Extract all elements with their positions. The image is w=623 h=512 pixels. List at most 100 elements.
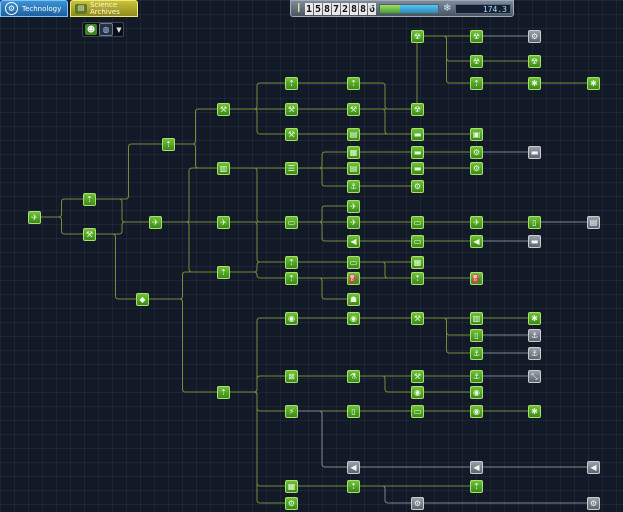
tech-node[interactable]: ▯ (528, 216, 541, 229)
tech-node[interactable]: ✈ (470, 216, 483, 229)
tech-node[interactable]: ▬ (411, 146, 424, 159)
tech-node[interactable]: ☢ (528, 55, 541, 68)
tech-node[interactable]: ☗ (347, 293, 360, 306)
tech-node[interactable]: ⇡ (217, 266, 230, 279)
tech-node[interactable]: ◀ (347, 461, 360, 474)
tech-node[interactable]: ⇡ (411, 272, 424, 285)
part-icon: ▭ (413, 236, 422, 246)
tech-node[interactable]: ⇡ (470, 77, 483, 90)
tech-node[interactable]: ⚙ (470, 162, 483, 175)
tech-node[interactable]: ◉ (470, 405, 483, 418)
part-icon: ⚙ (413, 181, 422, 191)
part-icon: ⚡ (288, 406, 295, 416)
tech-node[interactable]: ✈ (149, 216, 162, 229)
part-icon: ▬ (530, 147, 539, 157)
tech-node[interactable]: ⚒ (285, 103, 298, 116)
tech-node[interactable]: ⚙ (587, 497, 600, 510)
tech-node[interactable]: ▥ (217, 162, 230, 175)
part-icon: ⇡ (86, 194, 93, 204)
tech-node[interactable]: ⇡ (285, 256, 298, 269)
kerbal-filter-button[interactable]: ☻ (85, 24, 97, 35)
tech-node[interactable]: ✱ (528, 312, 541, 325)
tech-node[interactable]: ⊠ (285, 370, 298, 383)
tech-node[interactable]: ⚓ (470, 370, 483, 383)
tech-node[interactable]: ⚓ (528, 347, 541, 360)
tech-node[interactable]: ⚒ (411, 370, 424, 383)
tech-node[interactable]: ⚒ (411, 312, 424, 325)
tech-node[interactable]: ⚒ (285, 128, 298, 141)
tech-node[interactable]: ⚙ (528, 30, 541, 43)
filter-dropdown-button[interactable]: ▼ (115, 24, 123, 35)
tech-node[interactable]: ◀ (470, 235, 483, 248)
tech-node[interactable]: ⛽ (470, 272, 483, 285)
tech-node[interactable]: ⚓ (470, 347, 483, 360)
tech-node[interactable]: ▭ (411, 216, 424, 229)
tech-node[interactable]: ⚙ (470, 146, 483, 159)
tech-node[interactable]: ⚙ (285, 497, 298, 510)
tech-node[interactable]: ✱ (528, 405, 541, 418)
tech-link (291, 410, 353, 468)
tech-node[interactable]: ☢ (411, 103, 424, 116)
tech-node[interactable]: ⚙ (411, 180, 424, 193)
tech-node[interactable]: ⇡ (285, 77, 298, 90)
tech-node[interactable]: ⇡ (83, 193, 96, 206)
tech-node[interactable]: ✈ (217, 216, 230, 229)
tech-node[interactable]: ◉ (411, 386, 424, 399)
tech-node[interactable]: ⇡ (285, 272, 298, 285)
tech-node[interactable]: ☢ (470, 55, 483, 68)
tech-node[interactable]: ⚡ (285, 405, 298, 418)
tech-node[interactable]: ⚓ (347, 180, 360, 193)
part-icon: ⚙ (287, 498, 296, 508)
tech-node[interactable]: ▭ (285, 216, 298, 229)
tech-node[interactable]: ⚙ (411, 497, 424, 510)
tech-node[interactable]: ◉ (470, 386, 483, 399)
tech-node[interactable]: ✈ (347, 216, 360, 229)
tech-node[interactable]: ⇡ (470, 480, 483, 493)
tech-node[interactable]: ◉ (285, 312, 298, 325)
tech-node[interactable]: ◀ (347, 235, 360, 248)
tech-node[interactable]: ⇡ (347, 480, 360, 493)
tech-node[interactable]: ☰ (285, 162, 298, 175)
tech-node[interactable]: ▥ (470, 312, 483, 325)
tech-node[interactable]: ⇡ (217, 386, 230, 399)
tech-node[interactable]: ▤ (347, 128, 360, 141)
tech-node[interactable]: ✈ (28, 211, 41, 224)
tech-node[interactable]: ▦ (347, 146, 360, 159)
tech-node[interactable]: ▭ (411, 405, 424, 418)
tech-node[interactable]: ◉ (347, 312, 360, 325)
tab-science-archives[interactable]: ▤ Science Archives (70, 0, 138, 17)
tech-node[interactable]: ⛽ (347, 272, 360, 285)
tab-technology[interactable]: ⚙ Technology (0, 0, 68, 17)
tech-node[interactable]: ▤ (347, 162, 360, 175)
tech-node[interactable]: ⚒ (83, 228, 96, 241)
tech-node[interactable]: ▬ (411, 162, 424, 175)
tech-node[interactable]: ▤ (587, 216, 600, 229)
tech-node[interactable]: ⇡ (347, 77, 360, 90)
tech-node[interactable]: ▣ (470, 128, 483, 141)
tech-node[interactable]: ▬ (411, 128, 424, 141)
tech-node[interactable]: ⤡ (528, 370, 541, 383)
tech-node[interactable]: ✱ (587, 77, 600, 90)
tech-node[interactable]: ▦ (285, 480, 298, 493)
tech-node[interactable]: ⚗ (347, 370, 360, 383)
globe-filter-button[interactable]: ◍ (99, 23, 113, 36)
tech-node[interactable]: ▯ (347, 405, 360, 418)
tech-node[interactable]: ☢ (470, 30, 483, 43)
tech-node[interactable]: ▭ (411, 235, 424, 248)
tech-node[interactable]: ▭ (347, 256, 360, 269)
tech-node[interactable]: ✱ (528, 77, 541, 90)
tech-node[interactable]: ◆ (136, 293, 149, 306)
tech-node[interactable]: ◀ (587, 461, 600, 474)
tech-node[interactable]: ✈ (347, 200, 360, 213)
tech-node[interactable]: ☢ (411, 30, 424, 43)
tech-node[interactable]: ⚒ (217, 103, 230, 116)
tech-node[interactable]: ◀ (470, 461, 483, 474)
tech-node[interactable]: ▬ (528, 146, 541, 159)
tech-node[interactable]: ▬ (528, 235, 541, 248)
tech-node[interactable]: ▯ (470, 329, 483, 342)
tech-node[interactable]: ⚒ (347, 103, 360, 116)
tech-node[interactable]: ⇡ (162, 138, 175, 151)
part-icon: ⇡ (288, 78, 295, 88)
tech-node[interactable]: ⚓ (528, 329, 541, 342)
tech-node[interactable]: ▦ (411, 256, 424, 269)
